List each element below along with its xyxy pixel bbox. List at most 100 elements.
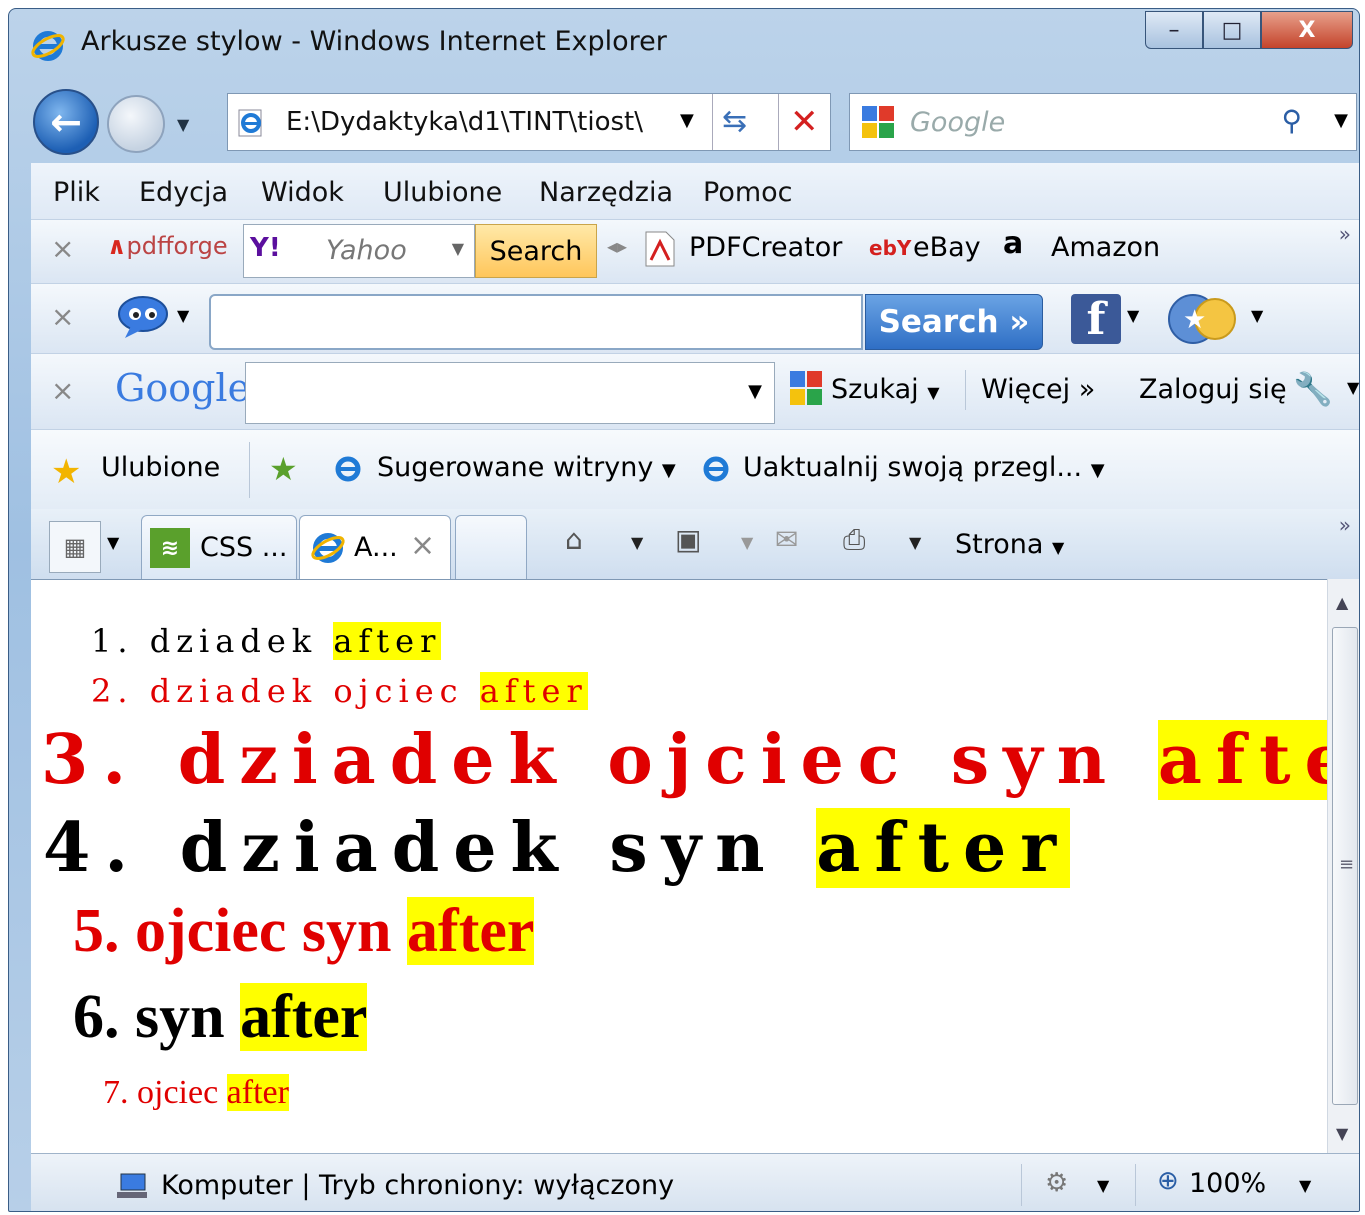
divider [1135,1164,1136,1206]
protected-mode-dropdown[interactable]: ▼ [1097,1176,1109,1195]
ie-icon [311,533,345,563]
toolbar-overflow-chevron[interactable]: » [1339,222,1351,246]
resize-handle-icon[interactable]: ◂▸ [607,234,627,258]
refresh-icon[interactable]: ⇆ [722,104,747,139]
suggested-sites-label: Sugerowane witryny [377,452,654,483]
minimize-button[interactable]: – [1145,11,1203,49]
vertical-scrollbar[interactable]: ▲ ≡ ▼ [1327,579,1359,1153]
maximize-button[interactable]: □ [1203,11,1261,49]
tab-css[interactable]: ≋ CSS ... [141,515,297,579]
address-bar[interactable]: E:\Dydaktyka\d1\TINT\tiost\ ▼ ⇆ ✕ [227,93,831,151]
facebook-icon[interactable]: f [1071,294,1121,345]
recent-pages-dropdown[interactable]: ▼ [177,115,189,134]
item-text: dziadek syn [179,808,779,888]
after-highlight: after [407,897,535,965]
ebay-icon-text: ebY [869,236,912,260]
menu-pomoc[interactable]: Pomoc [703,177,793,208]
chevron-down-icon: ▼ [661,460,676,481]
back-button[interactable]: ← [33,89,99,155]
scroll-thumb[interactable]: ≡ [1332,627,1358,1105]
menu-plik[interactable]: Plik [53,177,100,208]
menu-ulubione[interactable]: Ulubione [383,177,502,208]
wiecej-button[interactable]: Więcej » [981,374,1095,405]
status-text: Komputer | Tryb chroniony: wyłączony [161,1170,675,1201]
facebook-dropdown[interactable]: ▼ [1127,306,1139,325]
favorites-bar: ★ Ulubione ★ Sugerowane witryny ▼ Uaktua… [31,429,1359,509]
google-logo: Google [115,366,250,410]
close-toolbar-icon[interactable]: × [51,300,74,333]
after-highlight: after [240,983,368,1051]
after-highlight: after [226,1074,289,1111]
rss-dropdown[interactable]: ▼ [741,533,753,552]
status-bar: Komputer | Tryb chroniony: wyłączony ⚙ ▼… [31,1153,1359,1211]
title-bar: Arkusze stylow - Windows Internet Explor… [9,9,1359,81]
ebay-button[interactable]: eBay [913,232,981,263]
caption-buttons: – □ X [1145,11,1353,49]
suggested-sites-button[interactable]: Sugerowane witryny ▼ [377,452,676,483]
menu-widok[interactable]: Widok [261,177,344,208]
close-toolbar-icon[interactable]: × [51,374,74,407]
protected-mode-icon[interactable]: ⚙ [1045,1168,1068,1198]
star-icon[interactable]: ★ [1163,292,1243,346]
toolbar-search-input[interactable] [209,294,863,350]
google-search-input[interactable]: ▼ [245,362,775,424]
item-number: 1. [91,622,134,660]
command-bar-overflow[interactable]: » [1339,513,1351,537]
list-item: 7. ojciec after [103,1074,289,1112]
menu-narzedzia[interactable]: Narzędzia [539,177,673,208]
address-dropdown[interactable]: ▼ [680,110,694,131]
divider [778,94,779,150]
zoom-level[interactable]: 100% [1189,1168,1266,1199]
speech-bubble-icon[interactable] [115,294,171,340]
update-browser-button[interactable]: Uaktualnij swoją przegl... ▼ [743,452,1105,483]
mail-icon[interactable]: ✉ [775,523,798,556]
star-dropdown[interactable]: ▼ [1251,306,1263,325]
zoom-dropdown[interactable]: ▼ [1299,1176,1311,1195]
tab-active[interactable]: A... × [299,515,451,579]
svg-text:★: ★ [1183,305,1206,335]
search-box[interactable]: Google ⚲ ▼ [849,93,1357,151]
divider [249,442,250,498]
search-options-dropdown[interactable]: ▼ [1334,110,1348,131]
szukaj-button[interactable]: Szukaj ▼ [831,374,940,405]
add-favorite-icon[interactable]: ★ [269,450,298,488]
scroll-down-icon[interactable]: ▼ [1336,1124,1348,1143]
close-button[interactable]: X [1261,11,1353,49]
home-icon[interactable]: ⌂ [565,523,583,556]
page-menu-button[interactable]: Strona ▼ [955,529,1064,560]
new-tab-button[interactable] [455,515,527,579]
scroll-up-icon[interactable]: ▲ [1336,593,1348,612]
google-search-dropdown[interactable]: ▼ [748,381,762,402]
printer-icon[interactable]: ⎙ [843,523,865,557]
after-highlight: after [816,808,1071,888]
close-tab-icon[interactable]: × [410,528,435,563]
forward-button[interactable] [107,95,165,153]
browser-window: Arkusze stylow - Windows Internet Explor… [8,8,1360,1212]
yahoo-dropdown[interactable]: ▼ [452,239,464,258]
yahoo-search-button[interactable]: Search [475,224,597,278]
home-dropdown[interactable]: ▼ [631,533,643,552]
google-icon [790,371,822,405]
stop-icon[interactable]: ✕ [790,102,819,142]
quick-tabs-icon[interactable]: ▦ [49,521,101,573]
magnifier-icon[interactable]: ⚲ [1281,104,1302,137]
rss-icon[interactable]: ▣ [675,523,701,556]
tab-list-dropdown[interactable]: ▼ [107,533,119,552]
menu-edycja[interactable]: Edycja [139,177,228,208]
print-dropdown[interactable]: ▼ [909,533,921,552]
pdfforge-logo[interactable]: ∧pdfforge [107,232,228,260]
bubble-dropdown[interactable]: ▼ [177,306,189,325]
amazon-button[interactable]: Amazon [1051,232,1160,263]
close-toolbar-icon[interactable]: × [51,232,74,265]
szukaj-label: Szukaj [831,374,919,405]
search-placeholder: Google [910,107,1006,138]
toolbar-search-button[interactable]: Search » [865,294,1043,350]
favorites-button[interactable]: Ulubione [101,452,220,483]
google-logo-text: Google [115,366,251,410]
yahoo-search-input[interactable]: Y! Yahoo ▼ [243,224,475,278]
zaloguj-link[interactable]: Zaloguj się [1139,374,1287,405]
wrench-icon[interactable]: 🔧 [1293,370,1333,408]
update-browser-label: Uaktualnij swoją przegl... [743,452,1083,483]
pdfcreator-button[interactable]: PDFCreator [689,232,842,263]
settings-dropdown[interactable]: ▼ [1347,378,1359,397]
